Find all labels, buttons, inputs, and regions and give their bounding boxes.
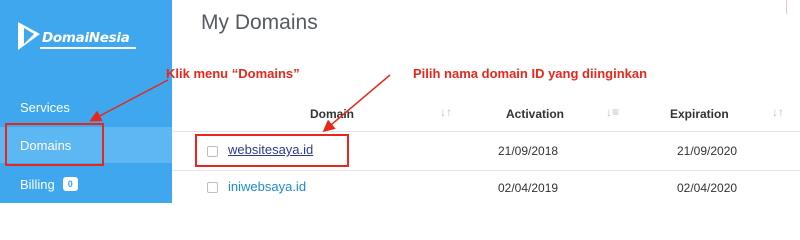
activation-date: 21/09/2018	[498, 144, 559, 158]
sidebar-item-services[interactable]: Services	[0, 89, 172, 125]
expiration-date: 02/04/2020	[677, 181, 738, 195]
column-header-domain[interactable]: Domain	[310, 107, 354, 121]
activation-date: 02/04/2019	[498, 181, 559, 195]
table-header: Domain ↓↑ Activation ↓≡ Expiration ↓↑	[172, 98, 800, 132]
sidebar-item-label: Services	[20, 99, 70, 115]
column-header-expiration[interactable]: Expiration	[670, 107, 729, 121]
logo-text: DomaiNesia	[42, 30, 130, 46]
divider	[773, 0, 787, 14]
column-header-activation[interactable]: Activation	[506, 107, 564, 121]
sidebar: DomaiNesia Services Domains Billing 0	[0, 0, 172, 203]
expiration-date: 21/09/2020	[677, 144, 738, 158]
sidebar-item-label: Billing	[20, 176, 55, 192]
sort-icon[interactable]: ↓↑	[772, 105, 784, 119]
sort-desc-icon[interactable]: ↓≡	[606, 105, 619, 119]
billing-count-badge: 0	[62, 177, 78, 191]
domain-link[interactable]: iniwebsaya.id	[228, 179, 306, 194]
sort-icon[interactable]: ↓↑	[440, 105, 452, 119]
row-checkbox[interactable]	[207, 182, 218, 193]
domainesia-logo[interactable]: DomaiNesia	[14, 16, 140, 56]
annotation-choose-domain: Pilih nama domain ID yang diinginkan	[413, 66, 648, 81]
page-title: My Domains	[201, 11, 318, 34]
sidebar-item-billing[interactable]: Billing 0	[0, 166, 172, 202]
highlight-box-domain	[195, 134, 349, 167]
annotation-click-domains: Klik menu “Domains”	[166, 66, 300, 81]
highlight-box-domains	[5, 123, 104, 166]
table-row[interactable]: iniwebsaya.id 02/04/2019 02/04/2020	[172, 172, 800, 210]
